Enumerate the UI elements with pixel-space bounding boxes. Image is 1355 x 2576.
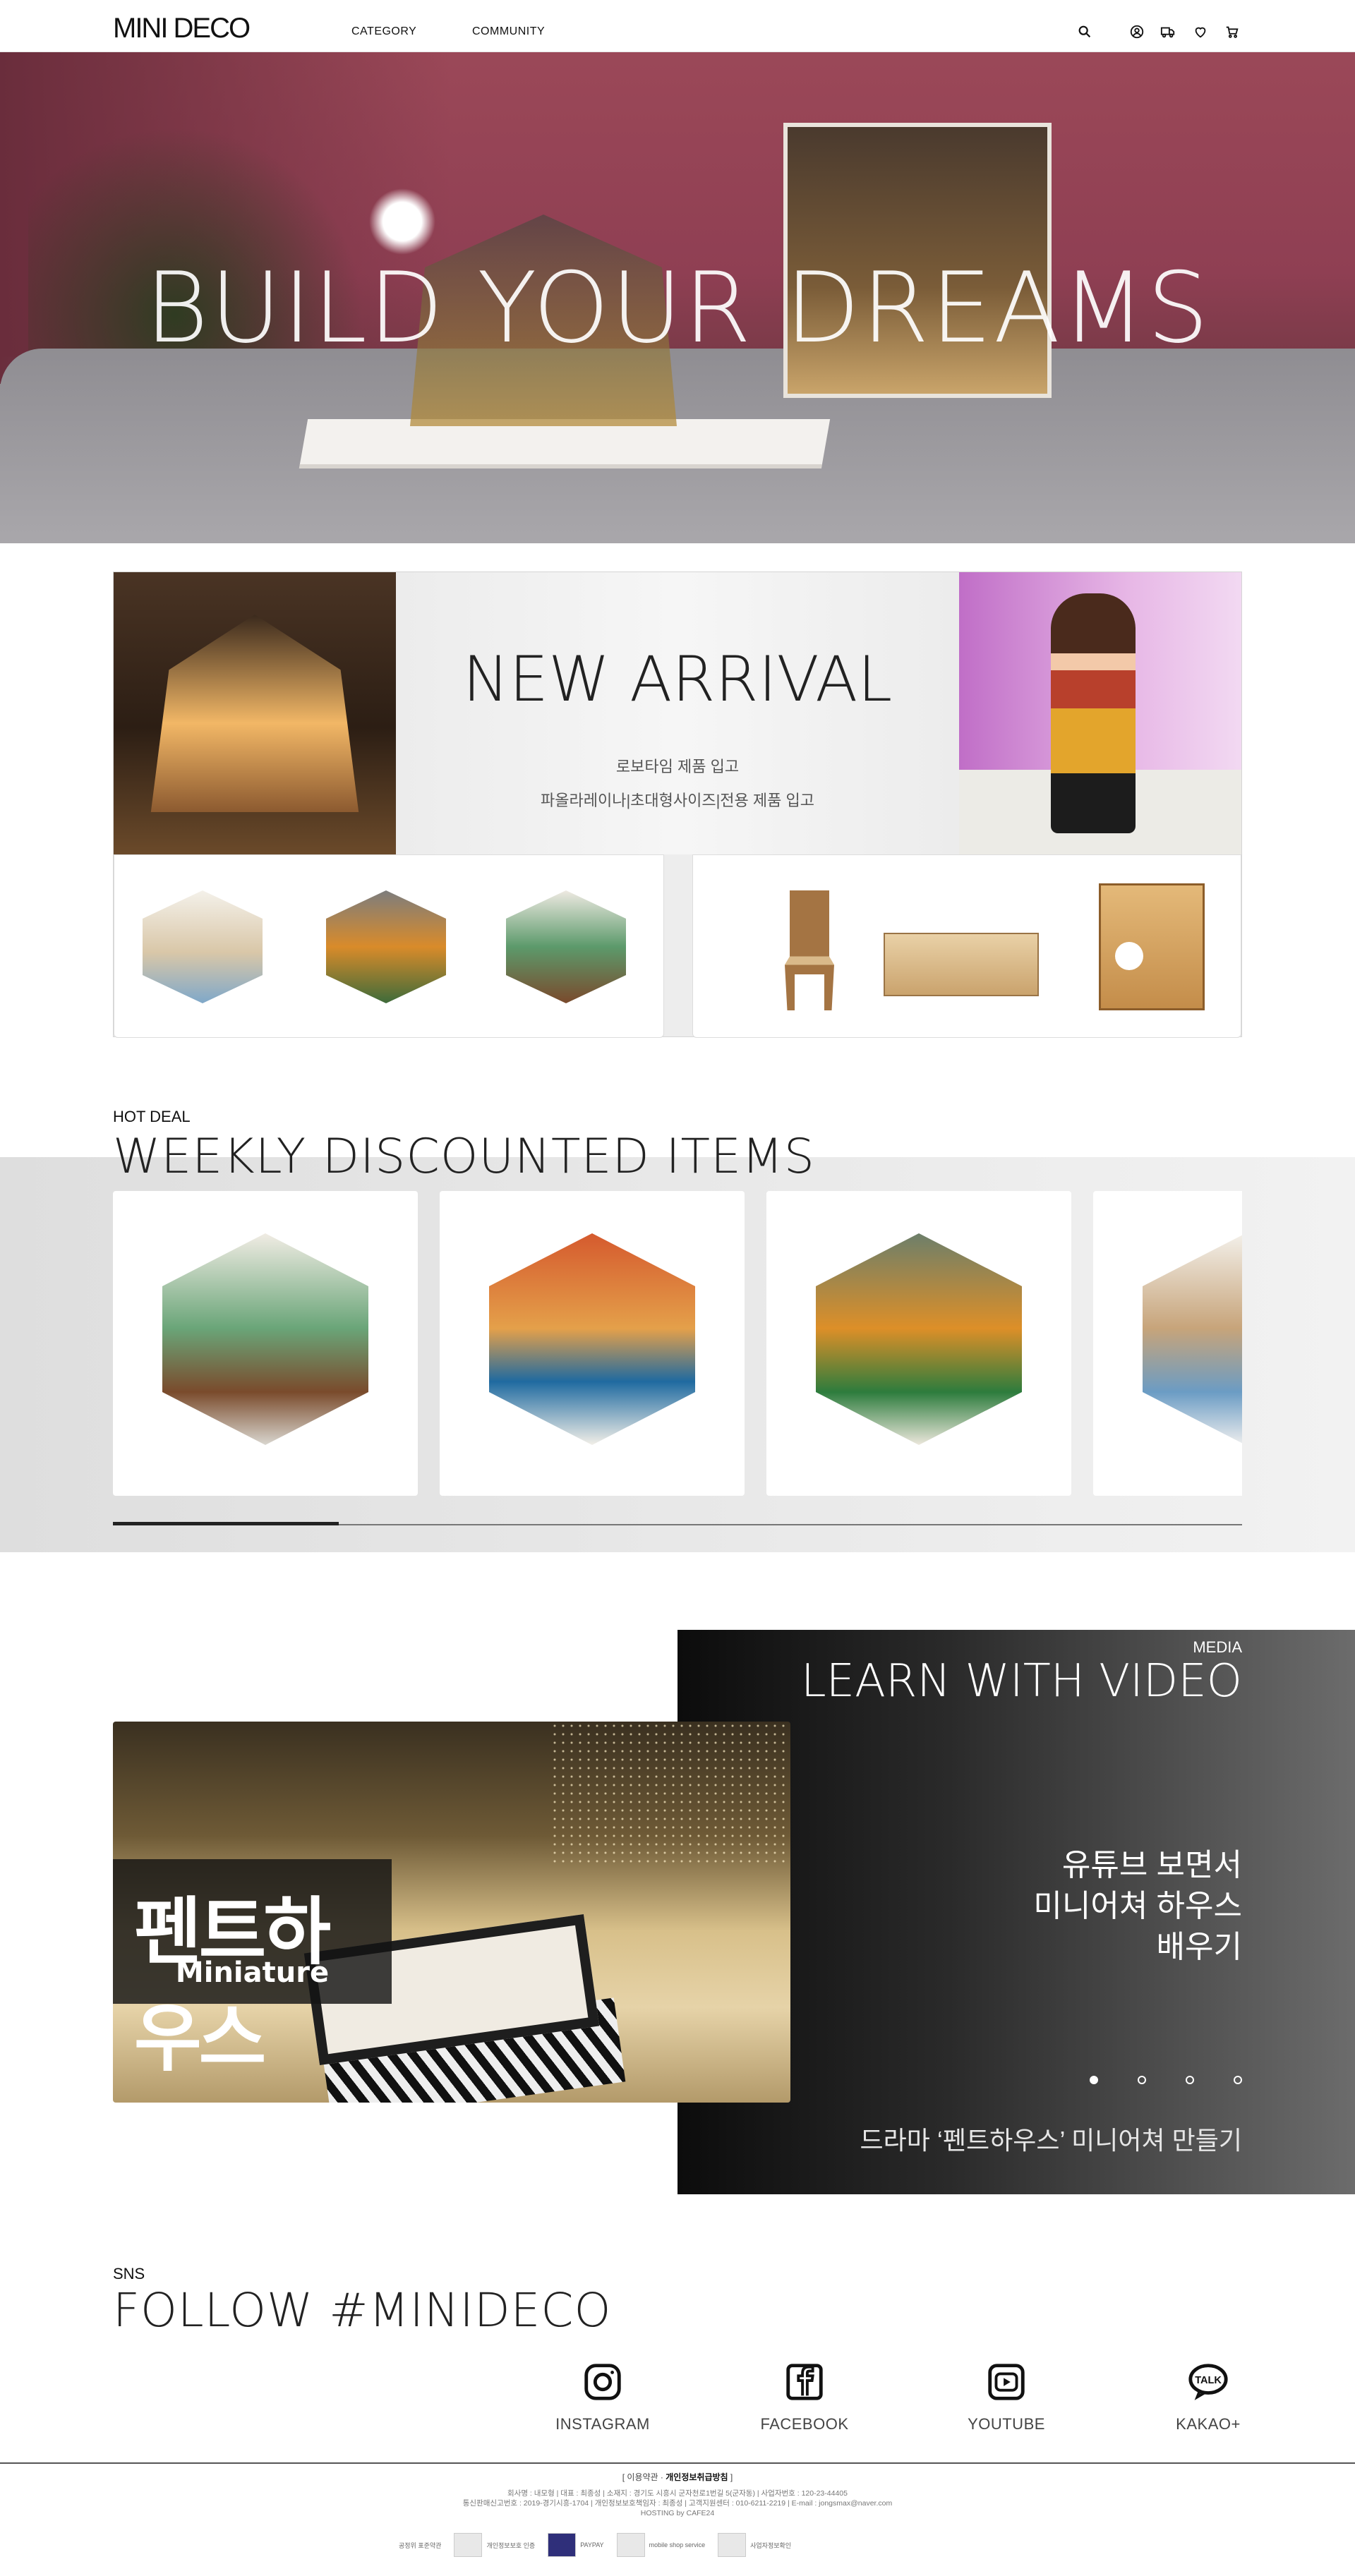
new-arrival-section: NEW ARRIVAL 로보타임 제품 입고 파올라레이나|초대형사이즈|전용 … <box>113 572 1242 1038</box>
weekly-carousel[interactable] <box>113 1191 1242 1496</box>
instagram-icon <box>584 2364 621 2400</box>
site-logo[interactable]: MINI DECO <box>113 13 251 44</box>
slide-dot[interactable] <box>1138 2076 1146 2084</box>
weekly-product-card[interactable] <box>766 1191 1071 1496</box>
footer-links: [ 이용약관 · 개인정보취급방침 ] <box>622 2472 733 2482</box>
product-thumb[interactable] <box>128 876 277 1017</box>
media-caption-line: 배우기 <box>1156 1930 1242 1964</box>
weekly-product-card[interactable] <box>440 1191 745 1496</box>
search-icon[interactable] <box>1077 24 1092 40</box>
footer-badge[interactable]: 사업자정보확인 <box>718 2533 791 2557</box>
site-footer: [ 이용약관 · 개인정보취급방침 ] 회사명 : 내모형 | 대표 : 최종성… <box>0 2462 1355 2576</box>
media-caption-line: 유튜브 보면서 <box>1061 1848 1242 1882</box>
footer-badge[interactable]: 공정위 표준약관 <box>399 2541 441 2550</box>
terms-link[interactable]: 이용약관 <box>627 2472 658 2482</box>
product-thumb[interactable] <box>735 876 884 1017</box>
heart-icon[interactable] <box>1193 24 1208 40</box>
site-header: MINI DECO CATEGORY COMMUNITY <box>0 0 1355 52</box>
user-icon[interactable] <box>1129 24 1145 40</box>
delivery-truck-icon[interactable] <box>1160 24 1176 40</box>
sns-youtube-link[interactable]: YOUTUBE <box>943 2360 1070 2433</box>
sns-label: SNS <box>113 2265 145 2282</box>
product-thumb[interactable] <box>884 876 1039 1017</box>
new-arrival-kits-card <box>114 854 664 1038</box>
video-overlay-box: 펜트하우스 Miniature <box>113 1859 392 2081</box>
new-arrival-doll-image[interactable] <box>959 572 1241 854</box>
sns-label-text: FACEBOOK <box>760 2415 849 2433</box>
nav-community[interactable]: COMMUNITY <box>472 25 545 38</box>
cart-icon[interactable] <box>1224 24 1240 40</box>
footer-hosting: HOSTING by CAFE24 <box>640 2509 715 2517</box>
weekly-scrollbar-thumb[interactable] <box>113 1522 339 1525</box>
new-arrival-house-image[interactable] <box>114 572 396 854</box>
product-thumb[interactable] <box>1071 876 1219 1017</box>
product-thumb[interactable] <box>492 876 640 1017</box>
media-video-thumbnail[interactable]: 펜트하우스 Miniature <box>113 1722 790 2103</box>
sns-facebook-link[interactable]: FACEBOOK <box>741 2360 868 2433</box>
privacy-link[interactable]: 개인정보취급방침 <box>666 2472 728 2482</box>
sns-label-text: INSTAGRAM <box>555 2415 650 2433</box>
weekly-product-card[interactable] <box>1093 1191 1242 1496</box>
new-arrival-line-2: 파올라레이나|초대형사이즈|전용 제품 입고 <box>541 792 814 809</box>
media-caption: 유튜브 보면서 미니어쳐 하우스 배우기 <box>889 1845 1242 1968</box>
weekly-title: WEEKLY DISCOUNTED ITEMS <box>113 1129 815 1185</box>
slide-dot[interactable] <box>1234 2076 1242 2084</box>
new-arrival-furniture-card <box>692 854 1241 1038</box>
hero-flower-image <box>360 186 445 257</box>
youtube-icon <box>988 2364 1025 2400</box>
footer-badge[interactable]: 개인정보보호 인증 <box>454 2533 535 2557</box>
footer-badges: 공정위 표준약관 개인정보보호 인증 PAYPAY mobile shop se… <box>399 2527 956 2563</box>
sns-instagram-link[interactable]: INSTAGRAM <box>539 2360 666 2433</box>
new-arrival-banner[interactable]: NEW ARRIVAL 로보타임 제품 입고 파올라레이나|초대형사이즈|전용 … <box>114 572 1241 854</box>
weekly-product-card[interactable] <box>113 1191 418 1496</box>
sns-label-text: YOUTUBE <box>968 2415 1045 2433</box>
hero-title: BUILD YOUR DREAMS <box>145 251 1210 365</box>
nav-category[interactable]: CATEGORY <box>351 25 416 38</box>
media-label: MEDIA <box>1193 1638 1242 1656</box>
slide-dot[interactable] <box>1186 2076 1194 2084</box>
footer-contact-info: 통신판매신고번호 : 2019-경기시흥-1704 | 개인정보보호책임자 : … <box>462 2499 893 2508</box>
hero-book-image <box>299 419 831 468</box>
slide-dot[interactable] <box>1090 2076 1098 2084</box>
footer-company-info: 회사명 : 내모형 | 대표 : 최종성 | 소재지 : 경기도 시흥시 군자천… <box>507 2489 848 2498</box>
sns-kakao-link[interactable]: TALK KAKAO+ <box>1145 2360 1272 2433</box>
media-title: LEARN WITH VIDEO <box>800 1655 1242 1707</box>
weekly-label: HOT DEAL <box>113 1108 191 1125</box>
sns-label-text: KAKAO+ <box>1176 2415 1241 2433</box>
footer-badge[interactable]: PAYPAY <box>548 2533 604 2557</box>
new-arrival-line-1: 로보타임 제품 입고 <box>615 758 740 775</box>
hero-banner[interactable]: BUILD YOUR DREAMS <box>0 52 1355 543</box>
facebook-icon <box>786 2364 823 2400</box>
media-caption-line: 미니어쳐 하우스 <box>1033 1889 1242 1923</box>
video-overlay-subtitle: Miniature <box>175 1957 330 1989</box>
sns-title: FOLLOW #MINIDECO <box>113 2283 612 2338</box>
product-thumb[interactable] <box>312 876 460 1017</box>
footer-badge[interactable]: mobile shop service <box>616 2533 705 2557</box>
kakao-talk-icon: TALK <box>1188 2364 1228 2400</box>
new-arrival-title: NEW ARRIVAL <box>462 643 893 715</box>
media-slide-dots <box>1090 2076 1242 2086</box>
svg-text:TALK: TALK <box>1195 2375 1222 2386</box>
media-description: 드라마 ‘펜트하우스’ 미니어쳐 만들기 <box>860 2126 1242 2155</box>
